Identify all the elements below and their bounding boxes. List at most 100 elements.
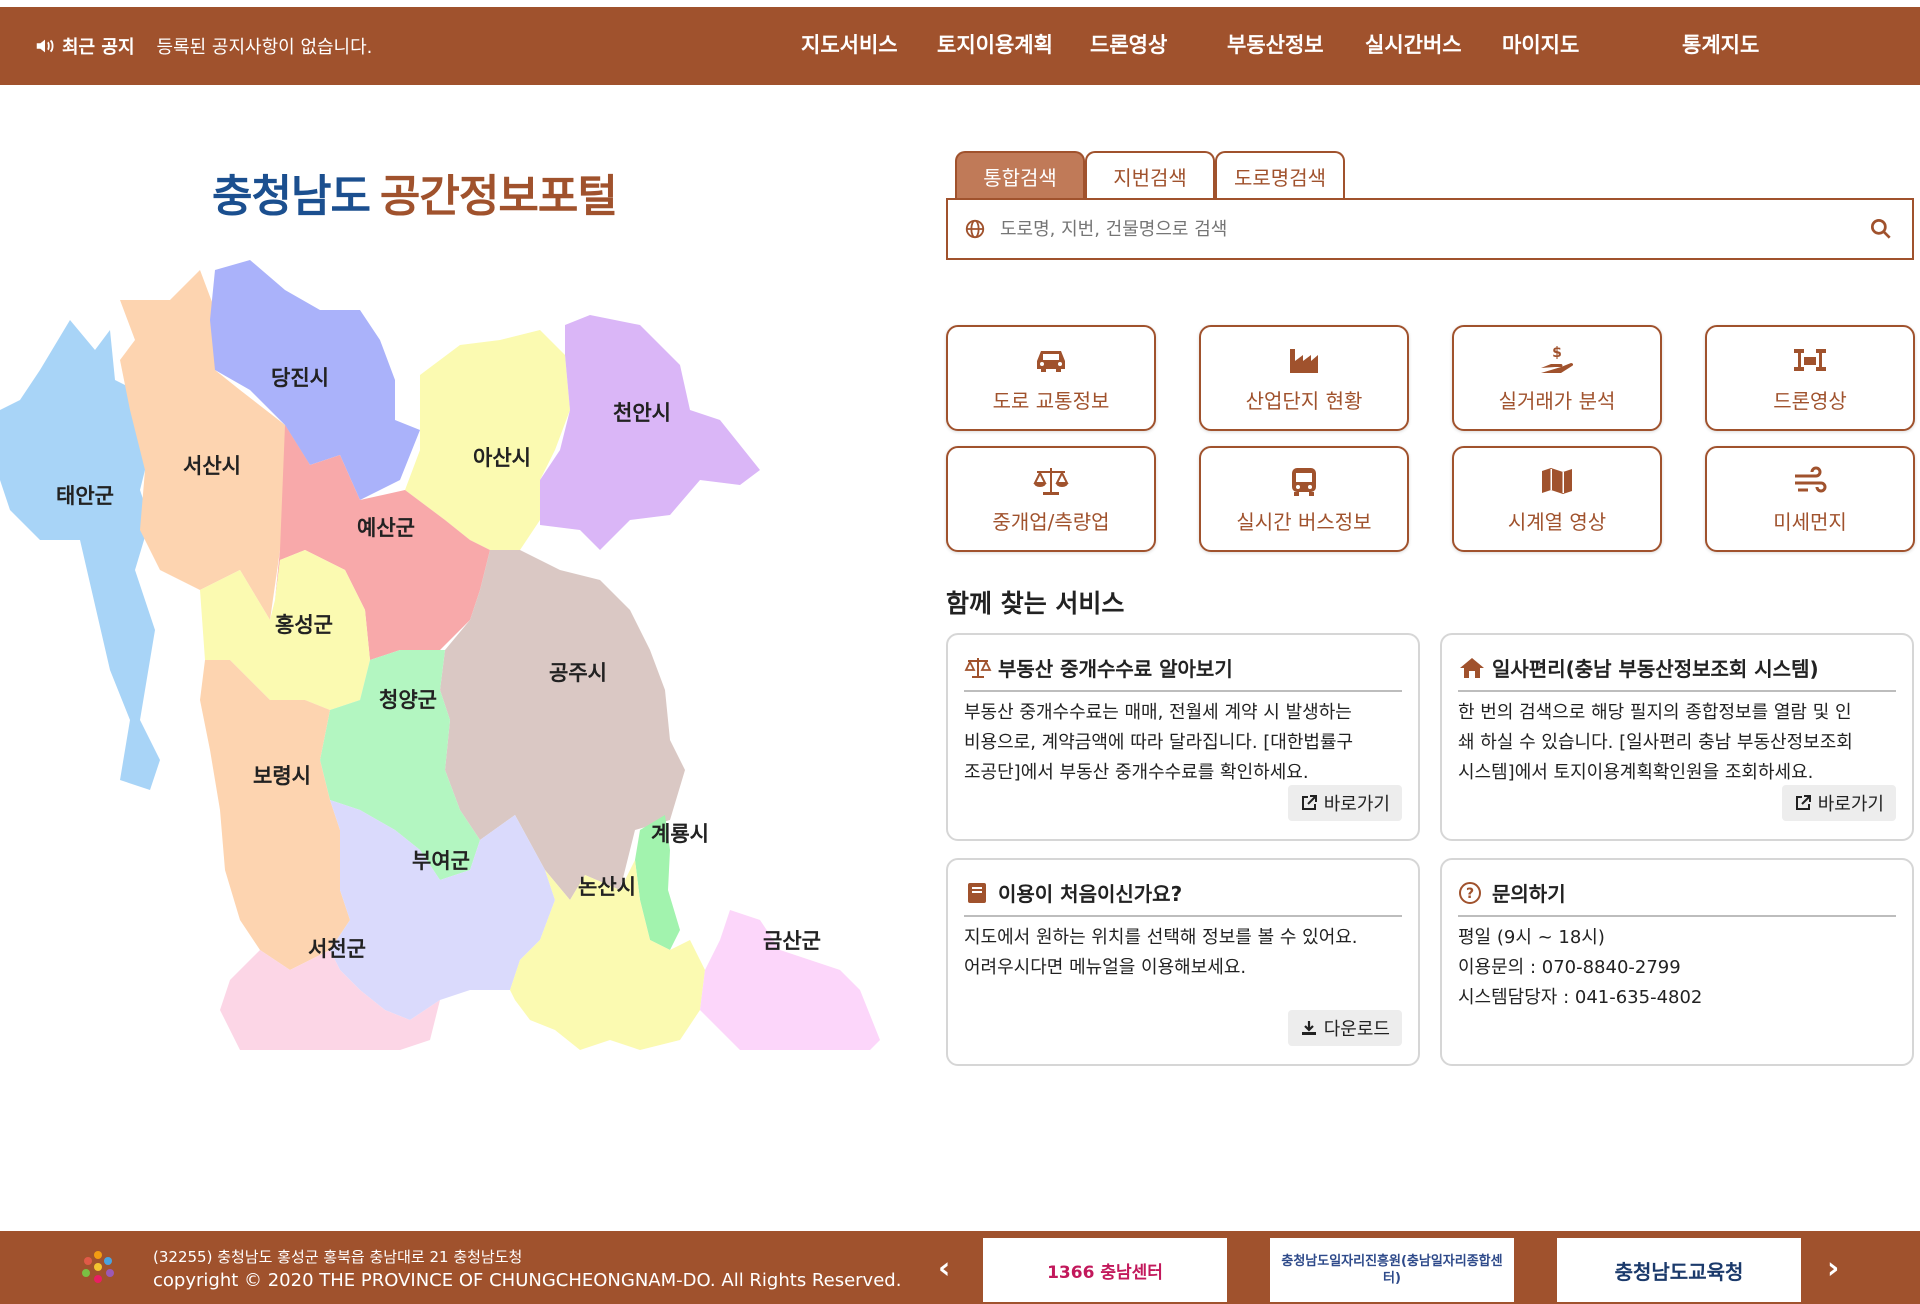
scale-icon xyxy=(1030,464,1072,498)
tab-road-search[interactable]: 도로명검색 xyxy=(1215,151,1345,199)
download-button[interactable]: 다운로드 xyxy=(1287,1010,1402,1046)
notice-label: 최근 공지 xyxy=(62,37,135,58)
label-seocheon: 서천군 xyxy=(308,937,366,961)
brokerage-survey-button[interactable]: 중개업/측량업 xyxy=(946,446,1156,552)
label-cheongyang: 청양군 xyxy=(379,688,437,712)
label-nonsan: 논산시 xyxy=(578,875,636,899)
tab-integrated-search[interactable]: 통합검색 xyxy=(955,151,1085,199)
card-header: ? 문의하기 xyxy=(1458,878,1896,917)
card-body: 지도에서 원하는 위치를 선택해 정보를 볼 수 있어요. 어려우시다면 메뉴얼… xyxy=(964,923,1402,983)
globe-icon xyxy=(964,218,986,240)
card-body: 평일 (9시 ~ 18시) 이용문의 : 070-8840-2799 시스템담당… xyxy=(1458,923,1896,1013)
region-cheonan[interactable] xyxy=(540,315,760,550)
banner-education-office-text: 충청남도교육청 xyxy=(1614,1259,1744,1284)
label-boryeong: 보령시 xyxy=(253,764,311,788)
search-input[interactable] xyxy=(1000,218,1868,240)
drone-video-label: 드론영상 xyxy=(1773,388,1847,413)
nav-land-use[interactable]: 토지이용계획 xyxy=(937,29,1053,59)
tab-lot-search[interactable]: 지번검색 xyxy=(1085,151,1215,199)
car-icon xyxy=(1030,343,1072,377)
real-price-label: 실거래가 분석 xyxy=(1498,388,1616,413)
region-map-svg: 당진시 서산시 태안군 아산시 천안시 예산군 홍성군 공주시 청양군 보령시 … xyxy=(0,260,880,1050)
label-gongju: 공주시 xyxy=(549,661,607,685)
nav-map-service[interactable]: 지도서비스 xyxy=(801,29,898,59)
card-inquiry: ? 문의하기 평일 (9시 ~ 18시) 이용문의 : 070-8840-279… xyxy=(1440,858,1914,1066)
card-line: 평일 (9시 ~ 18시) xyxy=(1458,927,1605,948)
label-taean: 태안군 xyxy=(56,484,114,508)
card-line: 비용으로, 계약금액에 따라 달라집니다. [대한법률구 xyxy=(964,732,1354,753)
realtime-bus-button[interactable]: 실시간 버스정보 xyxy=(1199,446,1409,552)
goto-button[interactable]: 바로가기 xyxy=(1781,785,1896,821)
card-line: 이용문의 : 070-8840-2799 xyxy=(1458,957,1681,978)
title-province: 충청남도 xyxy=(212,171,371,222)
nav-realtime-bus[interactable]: 실시간버스 xyxy=(1365,29,1462,59)
card-title: 부동산 중개수수료 알아보기 xyxy=(998,657,1233,681)
industrial-complex-label: 산업단지 현황 xyxy=(1245,388,1363,413)
label-asan: 아산시 xyxy=(473,446,531,470)
footer: (32255) 충청남도 홍성군 홍북읍 충남대로 21 충청남도청 copyr… xyxy=(0,1231,1920,1304)
nav-drone[interactable]: 드론영상 xyxy=(1090,29,1167,59)
card-title: 일사편리(충남 부동산정보조회 시스템) xyxy=(1492,657,1819,681)
banner-1366[interactable]: 1366 충남센터 xyxy=(983,1238,1227,1302)
card-header: 일사편리(충남 부동산정보조회 시스템) xyxy=(1458,653,1896,692)
card-first-use: 이용이 처음이신가요? 지도에서 원하는 위치를 선택해 정보를 볼 수 있어요… xyxy=(946,858,1420,1066)
portal-title: 충청남도 공간정보포털 xyxy=(212,160,618,224)
industrial-complex-button[interactable]: 산업단지 현황 xyxy=(1199,325,1409,431)
money-hand-icon: $ xyxy=(1536,343,1578,377)
download-icon xyxy=(1300,1019,1318,1037)
banner-job-center[interactable]: 충청남도일자리진흥원(충남일자리종합센터) xyxy=(1270,1238,1514,1302)
label-yesan: 예산군 xyxy=(357,516,415,540)
scale-icon xyxy=(964,656,992,680)
timeseries-image-button[interactable]: 시계열 영상 xyxy=(1452,446,1662,552)
wind-icon xyxy=(1789,464,1831,498)
label-seosan: 서산시 xyxy=(183,454,241,478)
label-dangjin: 당진시 xyxy=(271,366,329,390)
goto-button[interactable]: 바로가기 xyxy=(1287,785,1402,821)
title-portal: 공간정보포털 xyxy=(379,171,618,222)
nav-real-estate[interactable]: 부동산정보 xyxy=(1227,29,1324,59)
search-tabs: 통합검색 지번검색 도로명검색 xyxy=(955,151,1345,199)
banner-prev-icon[interactable]: ‹ xyxy=(938,1251,950,1286)
label-buyeo: 부여군 xyxy=(412,849,470,873)
nav-stat-map[interactable]: 통계지도 xyxy=(1682,29,1759,59)
footer-address: (32255) 충청남도 홍성군 홍북읍 충남대로 21 충청남도청 xyxy=(153,1248,523,1266)
services-title: 함께 찾는 서비스 xyxy=(946,589,1125,618)
download-label: 다운로드 xyxy=(1323,1019,1390,1040)
top-line xyxy=(0,0,1920,7)
card-line: 한 번의 검색으로 해당 필지의 종합정보를 열람 및 인 xyxy=(1458,702,1852,723)
nav-my-map[interactable]: 마이지도 xyxy=(1502,29,1579,59)
road-traffic-button[interactable]: 도로 교통정보 xyxy=(946,325,1156,431)
notice-bar[interactable]: 최근 공지 등록된 공지사항이 없습니다. xyxy=(34,7,372,85)
banner-job-center-text: 충청남도일자리진흥원(충남일자리종합센터) xyxy=(1281,1254,1503,1286)
notice-text[interactable]: 등록된 공지사항이 없습니다. xyxy=(157,33,373,59)
footer-address-block: (32255) 충청남도 홍성군 홍북읍 충남대로 21 충청남도청 copyr… xyxy=(153,1245,901,1293)
search-icon[interactable] xyxy=(1868,216,1894,242)
fine-dust-button[interactable]: 미세먼지 xyxy=(1705,446,1915,552)
label-hongseong: 홍성군 xyxy=(275,613,333,637)
banner-next-icon[interactable]: › xyxy=(1827,1251,1839,1286)
map-icon xyxy=(1536,464,1578,498)
drone-video-button[interactable]: 드론영상 xyxy=(1705,325,1915,431)
card-line: 시스템담당자 : 041-635-4802 xyxy=(1458,987,1703,1008)
label-cheonan: 천안시 xyxy=(613,401,671,425)
card-header: 이용이 처음이신가요? xyxy=(964,878,1402,917)
real-price-button[interactable]: $ 실거래가 분석 xyxy=(1452,325,1662,431)
card-line: 시스템]에서 토지이용계획확인원을 조회하세요. xyxy=(1458,762,1814,783)
fine-dust-label: 미세먼지 xyxy=(1773,509,1847,534)
label-geumsan: 금산군 xyxy=(763,929,821,953)
card-line: 어려우시다면 메뉴얼을 이용해보세요. xyxy=(964,957,1247,978)
card-title: 이용이 처음이신가요? xyxy=(998,882,1183,906)
drone-icon xyxy=(1789,343,1831,377)
card-header: 부동산 중개수수료 알아보기 xyxy=(964,653,1402,692)
card-line: 쇄 하실 수 있습니다. [일사편리 충남 부동산정보조회 xyxy=(1458,732,1853,753)
external-link-icon xyxy=(1794,794,1812,812)
bus-icon xyxy=(1283,464,1325,498)
label-gyeryong: 계룡시 xyxy=(651,822,709,846)
book-icon xyxy=(964,881,992,905)
banner-education-office[interactable]: 충청남도교육청 xyxy=(1557,1238,1801,1302)
card-line: 조공단]에서 부동산 중개수수료를 확인하세요. xyxy=(964,762,1309,783)
province-logo-icon xyxy=(68,1247,128,1287)
svg-text:$: $ xyxy=(1552,345,1562,361)
goto-label: 바로가기 xyxy=(1817,794,1884,815)
brokerage-survey-label: 중개업/측량업 xyxy=(992,509,1110,534)
